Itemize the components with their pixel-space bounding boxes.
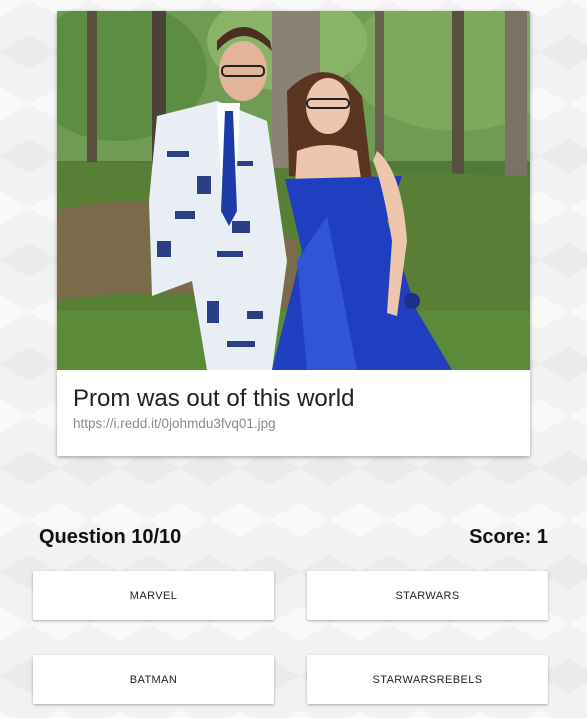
post-image [57,11,530,370]
post-url[interactable]: https://i.redd.it/0johmdu3fvq01.jpg [73,416,276,431]
answer-button-marvel[interactable]: MARVEL [33,571,274,620]
answer-button-batman[interactable]: BATMAN [33,655,274,704]
question-counter: Question 10/10 [39,526,182,548]
post-title: Prom was out of this world [73,385,355,412]
score-display: Score: 1 [469,526,548,548]
answer-button-starwars[interactable]: STARWARS [307,571,548,620]
answer-button-starwarsrebels[interactable]: STARWARSREBELS [307,655,548,704]
post-card: Prom was out of this world https://i.red… [57,11,530,456]
